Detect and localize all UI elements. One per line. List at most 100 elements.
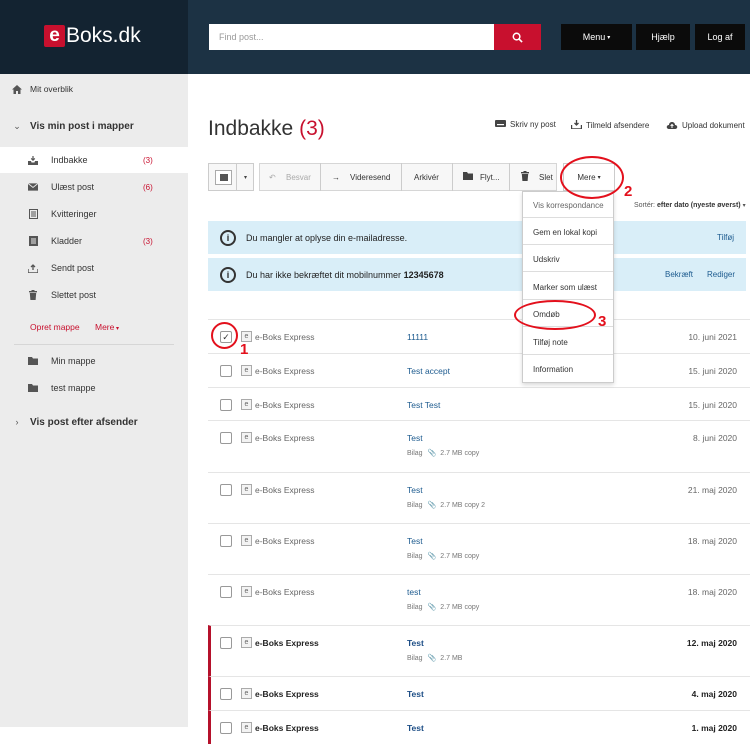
- sidebar-item-drafts-count: (3): [143, 236, 153, 246]
- menu-item-information[interactable]: Information: [533, 365, 573, 374]
- message-subject[interactable]: Test accept: [407, 366, 450, 376]
- table-row[interactable]: e e-Boks Express Test 12. maj 2020 Bilag 📎 2.7…: [208, 625, 750, 676]
- sidebar-item-inbox[interactable]: Indbakke (3): [0, 147, 188, 173]
- sidebar-folder-item[interactable]: test mappe: [0, 381, 188, 395]
- table-row[interactable]: e e-Boks Express Test accept 15. juni 2020: [208, 353, 750, 387]
- message-subject[interactable]: Test: [407, 689, 424, 699]
- folders-section-toggle[interactable]: ⌄ Vis min post i mapper: [0, 119, 188, 133]
- create-folder-link[interactable]: Opret mappe: [30, 322, 80, 332]
- sidebar-item-drafts[interactable]: Kladder (3): [0, 228, 188, 254]
- message-checkbox[interactable]: [220, 399, 232, 411]
- move-button[interactable]: Flyt...: [453, 163, 509, 191]
- message-date: 15. juni 2020: [688, 366, 737, 376]
- help-button[interactable]: Hjælp: [636, 24, 690, 50]
- message-subject[interactable]: Test: [407, 536, 423, 546]
- more-folders-link[interactable]: Mere ▾: [95, 322, 119, 332]
- menu-item-mark-unread[interactable]: Marker som ulæst: [533, 283, 597, 292]
- archive-button[interactable]: Arkivér: [402, 163, 452, 191]
- attachment-label: Bilag: [407, 450, 423, 457]
- folder-move-icon: [463, 172, 473, 182]
- message-date: 10. juni 2021: [688, 332, 737, 342]
- message-checkbox[interactable]: [220, 688, 232, 700]
- upload-document-link[interactable]: Upload dokument: [666, 120, 745, 131]
- draft-icon: [28, 236, 38, 246]
- select-all-checkbox[interactable]: [215, 170, 232, 185]
- message-subject[interactable]: Test: [407, 485, 423, 495]
- add-email-link[interactable]: Tilføj: [717, 233, 734, 242]
- search-button[interactable]: [494, 24, 541, 50]
- sidebar-item-sent[interactable]: Sendt post: [0, 255, 188, 281]
- search-input[interactable]: Find post...: [209, 24, 494, 50]
- message-checkbox[interactable]: [220, 586, 232, 598]
- table-row[interactable]: e e-Boks Express test 18. maj 2020 Bilag 📎 2.7…: [208, 574, 750, 625]
- menu-item-print[interactable]: Udskriv: [533, 255, 560, 264]
- table-row[interactable]: ✓ e e-Boks Express 11111 10. juni 2021: [208, 319, 750, 353]
- menu-divider: [523, 217, 613, 218]
- trash-icon: [521, 171, 529, 183]
- more-folders-label: Mere: [95, 322, 115, 332]
- message-checkbox[interactable]: [220, 637, 232, 649]
- logo-text: Boks.dk: [66, 24, 141, 47]
- delete-button[interactable]: Slet: [510, 163, 557, 191]
- menu-item-save-local-copy[interactable]: Gem en lokal kopi: [533, 228, 597, 237]
- upload-document-label: Upload dokument: [682, 121, 745, 130]
- message-subject[interactable]: 11111: [407, 332, 428, 342]
- paperclip-icon: 📎: [427, 604, 437, 611]
- attachment-name: copy 2: [464, 502, 486, 509]
- table-row[interactable]: e e-Boks Express Test 21. maj 2020 Bilag 📎 2.7…: [208, 472, 750, 523]
- menu-divider: [523, 271, 613, 272]
- edit-link[interactable]: Rediger: [707, 270, 735, 279]
- message-checkbox[interactable]: [220, 432, 232, 444]
- by-sender-section-toggle[interactable]: › Vis post efter afsender: [0, 415, 188, 429]
- table-row[interactable]: e e-Boks Express Test 8. juni 2020 Bilag 📎 2.7…: [208, 420, 750, 472]
- message-subject[interactable]: test: [407, 587, 421, 597]
- message-subject[interactable]: Test: [407, 433, 423, 443]
- attachment-size: 2.7 MB: [440, 604, 463, 611]
- menu-item-add-note[interactable]: Tilføj note: [533, 338, 568, 347]
- sidebar-item-receipts[interactable]: Kvitteringer: [0, 201, 188, 227]
- message-checkbox[interactable]: [220, 722, 232, 734]
- sidebar-item-unread[interactable]: Ulæst post (6): [0, 174, 188, 200]
- confirm-link[interactable]: Bekræft: [665, 270, 693, 279]
- reply-button[interactable]: ↶ Besvar: [259, 163, 320, 191]
- attachment-label: Bilag: [407, 655, 423, 662]
- page-title-count: (3): [299, 117, 325, 140]
- sidebar-folder-item[interactable]: Min mappe: [0, 354, 188, 368]
- message-subject[interactable]: Test: [407, 723, 424, 733]
- message-checkbox[interactable]: [220, 365, 232, 377]
- annotation-circle-checkbox: [211, 322, 238, 349]
- sidebar-divider: [14, 344, 174, 345]
- message-subject[interactable]: Test: [407, 638, 424, 648]
- sort-value: efter dato (nyeste øverst): [656, 202, 741, 209]
- message-sender: e-Boks Express: [255, 723, 319, 733]
- menu-item-show-correspondence[interactable]: Vis korrespondance: [533, 201, 604, 210]
- menu-divider: [523, 354, 613, 355]
- attachment-size: 2.7 MB: [440, 655, 463, 662]
- table-row[interactable]: e e-Boks Express Test Test 15. juni 2020: [208, 387, 750, 420]
- logout-button[interactable]: Log af: [695, 24, 745, 50]
- table-row[interactable]: e e-Boks Express Test 1. maj 2020: [208, 710, 750, 744]
- select-dropdown-button[interactable]: ▾: [236, 163, 254, 191]
- arrow-right-icon: →: [332, 172, 340, 182]
- subscribe-senders-link[interactable]: Tilmeld afsendere: [570, 120, 649, 131]
- logo[interactable]: e Boks.dk: [44, 24, 141, 48]
- table-row[interactable]: e e-Boks Express Test 18. maj 2020 Bilag 📎 2.7…: [208, 523, 750, 574]
- sender-logo-icon: e: [241, 688, 252, 699]
- message-checkbox[interactable]: [220, 484, 232, 496]
- menu-button[interactable]: Menu ▾: [561, 24, 632, 50]
- reply-icon: ↶: [269, 172, 276, 182]
- message-sender: e-Boks Express: [255, 332, 315, 342]
- menu-button-label: Menu: [582, 32, 606, 42]
- message-date: 18. maj 2020: [687, 587, 737, 597]
- sidebar-folder-label: Min mappe: [51, 356, 96, 366]
- table-row[interactable]: e e-Boks Express Test 4. maj 2020: [208, 676, 750, 710]
- sidebar-item-deleted[interactable]: Slettet post: [0, 282, 188, 308]
- sort-selector[interactable]: Sortér: efter dato (nyeste øverst) ▾: [634, 202, 746, 209]
- write-new-link[interactable]: Skriv ny post: [495, 120, 556, 129]
- message-checkbox[interactable]: [220, 535, 232, 547]
- info-icon: i: [220, 266, 236, 283]
- sidebar-item-overview[interactable]: Mit overblik: [0, 82, 188, 96]
- message-subject[interactable]: Test Test: [407, 400, 440, 410]
- sidebar-item-overview-label: Mit overblik: [30, 84, 73, 94]
- forward-button[interactable]: → Videresend: [321, 163, 401, 191]
